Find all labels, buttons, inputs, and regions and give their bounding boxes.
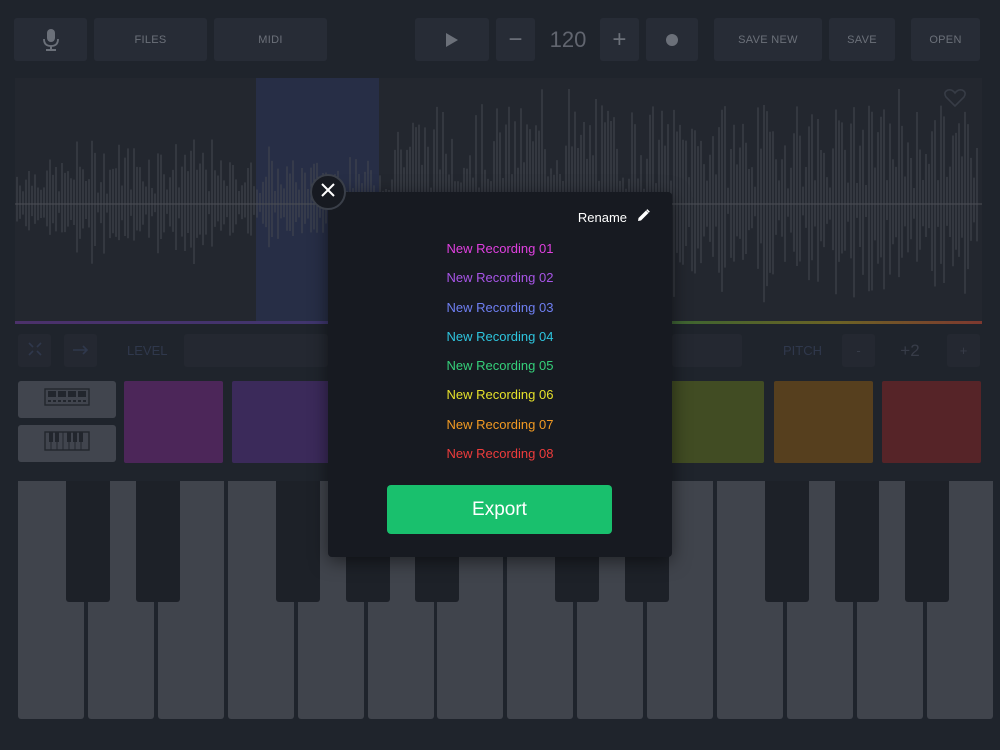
rename-label: Rename <box>577 209 627 225</box>
recording-item[interactable]: New Recording 04 <box>328 329 672 358</box>
rename-button[interactable]: Rename <box>578 209 650 225</box>
close-button[interactable] <box>310 174 346 210</box>
recordings-list: New Recording 01 New Recording 02 New Reco… <box>328 241 672 475</box>
recording-item[interactable]: New Recording 08 <box>328 446 672 475</box>
export-label: Export <box>472 498 527 520</box>
recording-item[interactable]: New Recording 06 <box>328 387 672 416</box>
recording-item[interactable]: New Recording 02 <box>328 270 672 299</box>
pencil-icon <box>637 209 650 225</box>
recording-item[interactable]: New Recording 05 <box>328 358 672 387</box>
recording-item[interactable]: New Recording 07 <box>328 417 672 446</box>
recording-item[interactable]: New Recording 03 <box>328 300 672 329</box>
recording-item[interactable]: New Recording 01 <box>328 241 672 270</box>
export-button[interactable]: Export <box>387 485 612 534</box>
close-icon <box>321 182 335 202</box>
recordings-dialog: Rename New Recording 01 New Recording 02 N… <box>328 192 672 557</box>
